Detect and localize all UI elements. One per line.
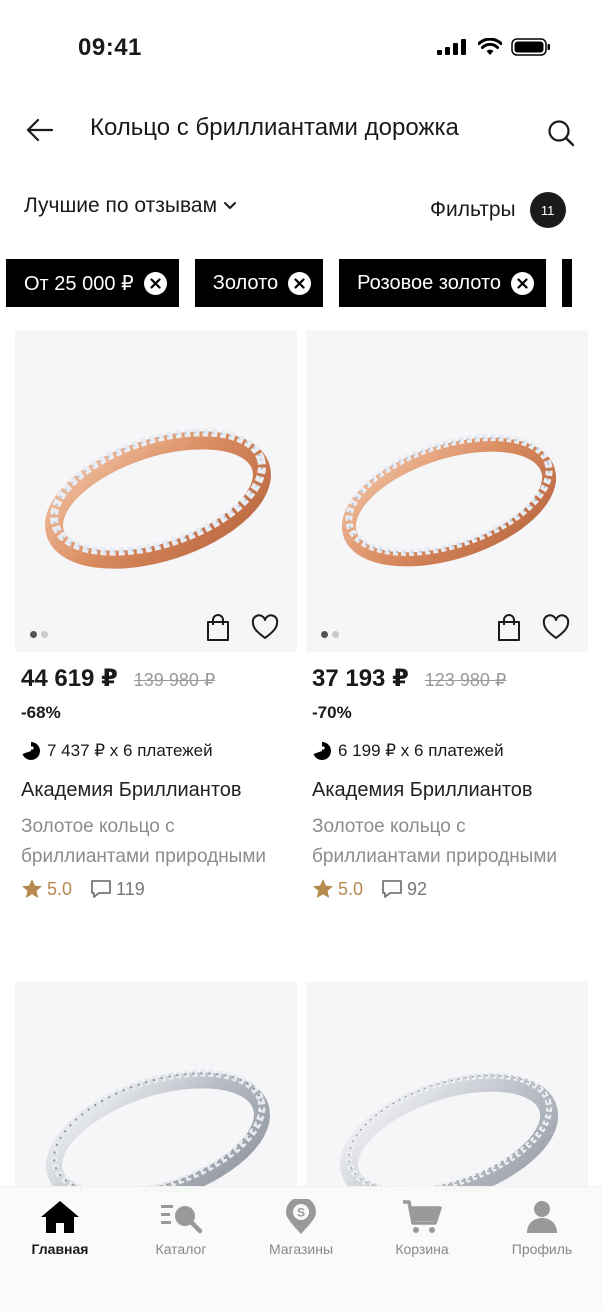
bottom-tab-bar: Главная Каталог S Магазины Корзина Профи…	[0, 1186, 603, 1311]
product-description: Золотое кольцо с бриллиантами природными	[21, 816, 267, 867]
chip-label: Розовое золото	[357, 271, 502, 294]
rating-value: 5.0	[47, 878, 73, 899]
svg-text:S: S	[297, 1206, 305, 1220]
installment-row: 7 437 ₽ x 6 платежей	[21, 741, 297, 761]
discount: -68%	[21, 703, 61, 722]
product-image[interactable]	[306, 330, 588, 652]
filter-chips: От 25 000 ₽ Золото Розовое золото	[6, 259, 573, 307]
product-card[interactable]	[306, 982, 588, 1192]
sort-label: Лучшие по отзывам	[24, 194, 218, 217]
catalog-icon	[161, 1205, 203, 1234]
chip-label: От 25 000 ₽	[24, 272, 134, 295]
arrow-left-icon	[26, 118, 54, 142]
add-to-bag-icon[interactable]	[496, 614, 522, 642]
brand-name: Академия Бриллиантов	[312, 779, 533, 801]
sort-dropdown[interactable]: Лучшие по отзывам	[24, 194, 237, 218]
price-row: 37 193 ₽ 123 980 ₽	[312, 664, 588, 693]
discount: -70%	[312, 703, 352, 722]
add-to-bag-icon[interactable]	[205, 614, 231, 642]
product-image[interactable]	[15, 330, 297, 652]
rose-gold-ring-image	[341, 434, 557, 567]
tab-label: Профиль	[511, 1241, 573, 1257]
installment-text: 7 437 ₽ x 6 платежей	[47, 741, 213, 760]
white-gold-ring-image	[339, 1072, 559, 1192]
tab-catalog[interactable]: Каталог	[121, 1199, 241, 1257]
reviews-count: 119	[116, 878, 145, 899]
home-icon	[41, 1201, 79, 1233]
page-title: Кольцо с бриллиантами дорожка	[90, 114, 459, 141]
star-icon	[22, 879, 42, 898]
brand-name: Академия Бриллиантов	[21, 779, 242, 801]
filter-chip[interactable]: От 25 000 ₽	[6, 259, 179, 307]
battery-icon	[511, 38, 550, 56]
filter-chip[interactable]: Розовое золото	[339, 259, 547, 307]
status-icons	[437, 38, 551, 56]
tab-label: Каталог	[155, 1241, 207, 1257]
top-bar: Кольцо с бриллиантами дорожка	[0, 96, 603, 166]
rose-gold-ring-image	[45, 428, 271, 569]
close-icon[interactable]	[143, 271, 167, 295]
comment-icon	[91, 880, 111, 898]
product-card[interactable]	[15, 982, 297, 1192]
filter-chip[interactable]: Золото	[194, 259, 324, 307]
close-icon[interactable]	[288, 271, 312, 295]
pagination-dot	[30, 631, 37, 638]
chevron-down-icon	[224, 202, 237, 209]
cart-icon	[403, 1200, 442, 1233]
old-price: 123 980 ₽	[424, 670, 507, 690]
price: 44 619 ₽	[21, 665, 118, 692]
installment-icon	[22, 742, 40, 760]
installment-text: 6 199 ₽ x 6 платежей	[338, 741, 504, 760]
search-button[interactable]	[536, 108, 586, 158]
reviews-count: 92	[407, 878, 428, 899]
rating-value: 5.0	[338, 878, 364, 899]
price-row: 44 619 ₽ 139 980 ₽	[21, 664, 297, 693]
white-gold-ring-image	[46, 1069, 270, 1192]
pagination-dot	[321, 631, 328, 638]
search-icon	[548, 120, 575, 147]
product-image[interactable]	[15, 982, 297, 1192]
image-pagination-dots	[321, 631, 339, 638]
store-location-icon: S	[286, 1199, 316, 1234]
tab-cart[interactable]: Корзина	[362, 1199, 482, 1257]
sort-filter-row: Лучшие по отзывам Фильтры 11	[0, 186, 603, 234]
product-description: Золотое кольцо с бриллиантами природными	[312, 816, 558, 867]
rating-row: 5.0 92	[312, 878, 588, 900]
comment-icon	[382, 880, 402, 898]
tab-label: Корзина	[395, 1241, 449, 1257]
status-time: 09:41	[78, 34, 142, 61]
chip-label: Золото	[212, 271, 279, 294]
filters-count-badge: 11	[529, 192, 566, 228]
tab-label: Главная	[31, 1241, 89, 1257]
pagination-dot	[332, 631, 339, 638]
back-button[interactable]	[22, 112, 58, 148]
tab-profile[interactable]: Профиль	[482, 1199, 602, 1257]
close-icon[interactable]	[511, 271, 535, 295]
tab-label: Магазины	[268, 1241, 334, 1257]
tab-stores[interactable]: S Магазины	[241, 1199, 361, 1257]
pagination-dot	[41, 631, 48, 638]
profile-icon	[527, 1201, 557, 1233]
star-icon	[313, 879, 333, 898]
rating-row: 5.0 119	[21, 878, 297, 900]
installment-row: 6 199 ₽ x 6 платежей	[312, 741, 588, 761]
product-card[interactable]: 44 619 ₽ 139 980 ₽ -68% 7 437 ₽ x 6 плат…	[15, 330, 297, 900]
price: 37 193 ₽	[312, 665, 409, 692]
filter-chip-partial[interactable]	[562, 259, 573, 307]
wifi-icon	[478, 38, 502, 55]
product-image[interactable]	[306, 982, 588, 1192]
heart-icon[interactable]	[542, 614, 570, 642]
installment-icon	[313, 742, 331, 760]
tab-home[interactable]: Главная	[0, 1199, 120, 1257]
product-card[interactable]: 37 193 ₽ 123 980 ₽ -70% 6 199 ₽ x 6 плат…	[306, 330, 588, 900]
old-price: 139 980 ₽	[133, 670, 216, 690]
cellular-signal-icon	[437, 39, 466, 55]
image-pagination-dots	[30, 631, 48, 638]
reviews: 92	[381, 879, 427, 900]
heart-icon[interactable]	[251, 614, 279, 642]
reviews: 119	[90, 879, 145, 900]
filters-button[interactable]: Фильтры 11	[430, 192, 566, 228]
status-bar: 09:41	[0, 0, 603, 96]
filters-label: Фильтры	[430, 198, 516, 221]
